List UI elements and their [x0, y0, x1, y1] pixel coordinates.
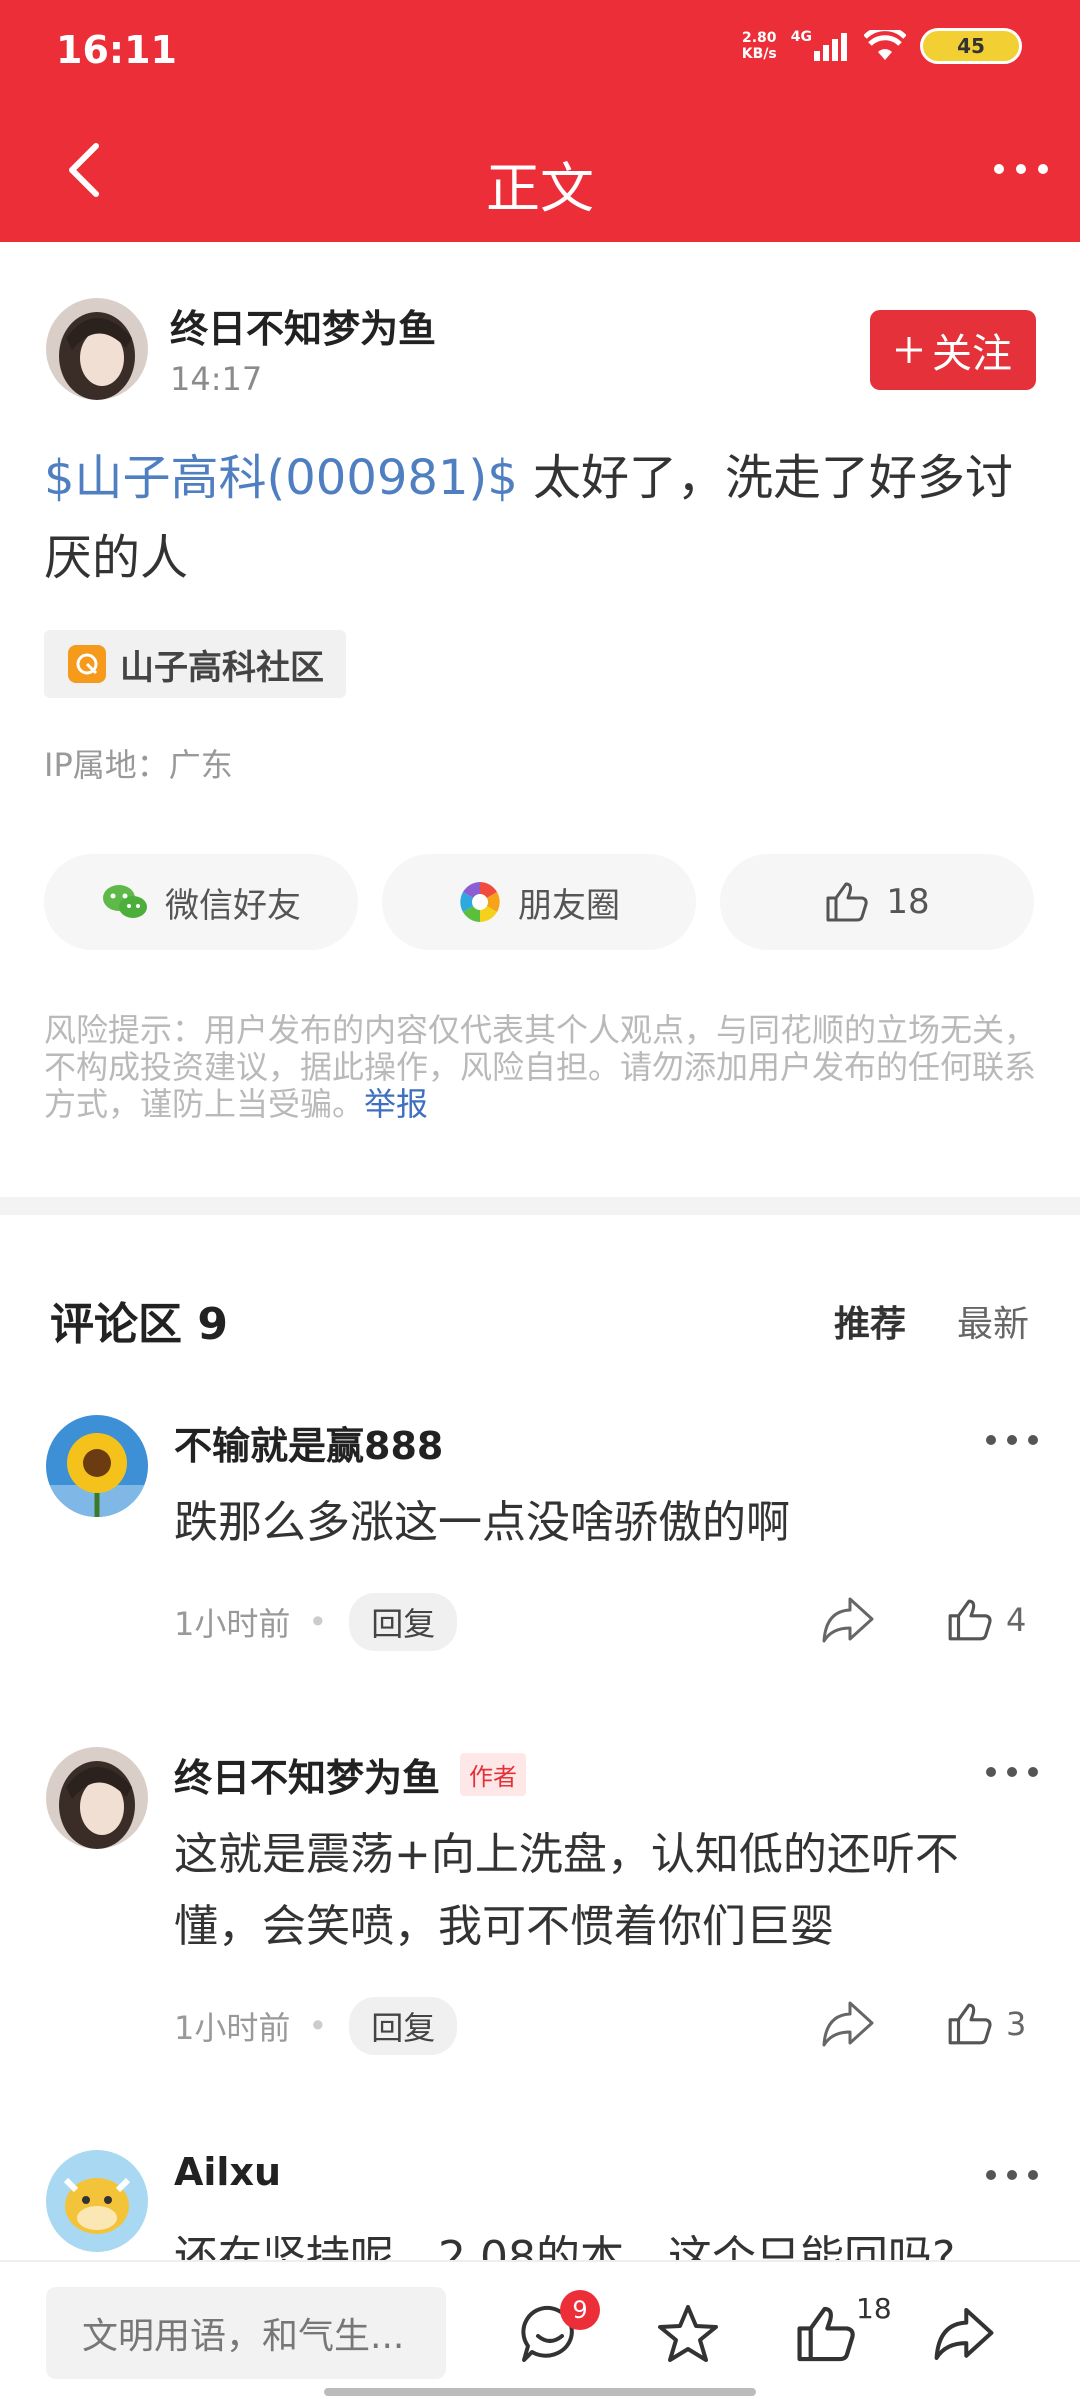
- comment-section: 评论区 9 推荐 最新 不输就是赢888 跌那么多涨这一点没啥骄傲的啊 1小时前…: [0, 1215, 1080, 2260]
- post-time: 14:17: [170, 360, 263, 398]
- wechat-icon: [103, 885, 147, 918]
- comment-meta: 1小时前 • 回复: [174, 1997, 458, 2055]
- post-like-button[interactable]: 18: [720, 854, 1034, 950]
- comment-input[interactable]: 文明用语，和气生...: [46, 2287, 446, 2379]
- stock-link[interactable]: $山子高科(000981)$: [44, 450, 518, 506]
- commenter-avatar[interactable]: [46, 1415, 148, 1517]
- thumbs-up-icon: [948, 1599, 992, 1641]
- reply-button[interactable]: 回复: [349, 1997, 458, 2055]
- share-row: 微信好友 朋友圈 18: [44, 854, 1036, 950]
- star-icon[interactable]: [656, 2302, 720, 2366]
- share-icon[interactable]: [932, 2302, 996, 2366]
- comment-more-icon[interactable]: [984, 1433, 1040, 1447]
- ip-location: IP属地：广东: [44, 746, 233, 784]
- status-bar: 16:11 2.80 KB/s 4G 45: [0, 0, 1080, 102]
- top-nav-bar: 正文: [0, 102, 1080, 242]
- comment-section-title: 评论区 9: [50, 1299, 228, 1350]
- wifi-icon: [864, 30, 906, 60]
- share-wechat-button[interactable]: 微信好友: [44, 854, 358, 950]
- comment-meta: 1小时前 • 回复: [174, 1593, 458, 1651]
- commenter-avatar[interactable]: [46, 1747, 148, 1849]
- comment-text: 还在坚持呢，2.08的本，这个只能回吗?: [174, 2232, 956, 2260]
- comment-like-button[interactable]: 4: [946, 1597, 1026, 1643]
- comment-text: 这就是震荡+向上洗盘，认知低的还听不懂，会笑喷，我可不惯着你们巨婴: [174, 1829, 959, 1952]
- plus-icon: [896, 337, 922, 363]
- comment-like-button[interactable]: 3: [946, 2001, 1026, 2047]
- author-avatar[interactable]: [46, 298, 148, 400]
- author-name[interactable]: 终日不知梦为鱼: [170, 298, 436, 353]
- commenter-name[interactable]: Ailxu: [174, 2150, 281, 2194]
- post-content: $山子高科(000981)$ 太好了，洗走了好多讨厌的人: [44, 438, 1034, 598]
- signal-icon: 4G: [791, 29, 850, 61]
- more-options-icon[interactable]: [990, 154, 1052, 184]
- like-count: 18: [856, 2292, 892, 2325]
- author-badge: 作者: [460, 1753, 527, 1796]
- bottom-action-bar: 文明用语，和气生... 9 18: [0, 2260, 1080, 2400]
- report-link[interactable]: 举报: [364, 1085, 428, 1123]
- status-icons: 2.80 KB/s 4G 45: [742, 28, 1022, 64]
- status-time: 16:11: [56, 28, 177, 72]
- thumbs-up-icon: [826, 882, 869, 922]
- commenter-name[interactable]: 终日不知梦为鱼 作者: [174, 1747, 527, 1802]
- risk-notice: 风险提示：用户发布的内容仅代表其个人观点，与同花顺的立场无关，不构成投资建议，据…: [44, 1011, 1037, 1123]
- comment-more-icon[interactable]: [984, 2168, 1040, 2182]
- commenter-avatar[interactable]: [46, 2150, 148, 2252]
- moments-icon: [460, 882, 500, 922]
- comment-count-badge: 9: [560, 2290, 600, 2330]
- comment-more-icon[interactable]: [984, 1765, 1040, 1779]
- commenter-name[interactable]: 不输就是赢888: [174, 1415, 443, 1470]
- thumbs-up-icon: [948, 2003, 992, 2045]
- section-divider: [0, 1197, 1080, 1215]
- comment-text: 跌那么多涨这一点没啥骄傲的啊: [174, 1497, 790, 1548]
- page-title: 正文: [486, 157, 594, 220]
- share-icon[interactable]: [820, 1595, 876, 1645]
- community-tag[interactable]: 山子高科社区: [44, 630, 346, 698]
- battery-icon: 45: [920, 28, 1022, 64]
- post-card: 终日不知梦为鱼 14:17 关注 $山子高科(000981)$ 太好了，洗走了好…: [0, 242, 1080, 1197]
- home-indicator: [324, 2388, 756, 2396]
- share-moments-button[interactable]: 朋友圈: [382, 854, 696, 950]
- sort-recommend-tab[interactable]: 推荐: [834, 1295, 906, 1347]
- network-speed: 2.80 KB/s: [741, 30, 777, 62]
- community-icon: [68, 645, 106, 683]
- like-icon[interactable]: [794, 2302, 858, 2366]
- reply-button[interactable]: 回复: [349, 1593, 458, 1651]
- follow-button[interactable]: 关注: [870, 310, 1036, 390]
- share-icon[interactable]: [820, 1999, 876, 2049]
- sort-latest-tab[interactable]: 最新: [957, 1295, 1029, 1347]
